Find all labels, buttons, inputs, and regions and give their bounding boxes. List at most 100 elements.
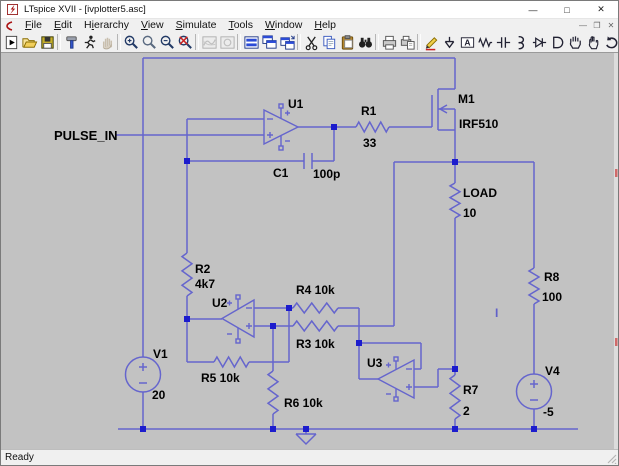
plot-settings-button[interactable]	[218, 33, 236, 52]
wire-pencil-button[interactable]	[422, 33, 440, 52]
zoom-back-button[interactable]	[140, 33, 158, 52]
schematic-canvas[interactable]: PULSE_IN U1 C1 100p R1 33 M1 IRF510 LOAD…	[1, 53, 619, 451]
mdi-minimize-button[interactable]: —	[576, 21, 590, 30]
resistor-R3[interactable]	[293, 321, 338, 331]
tile-windows-button[interactable]	[242, 33, 260, 52]
diode-button[interactable]	[530, 33, 548, 52]
value-R1[interactable]: 33	[363, 136, 377, 150]
undo-button[interactable]	[602, 33, 619, 52]
value-R7[interactable]: 2	[463, 404, 470, 418]
move-button[interactable]	[566, 33, 584, 52]
menu-simulate[interactable]: Simulate	[170, 19, 223, 32]
label-U3[interactable]: U3	[367, 356, 383, 370]
label-C1[interactable]: C1	[273, 166, 289, 180]
resistor-R6[interactable]	[268, 371, 278, 414]
menu-window[interactable]: Window	[259, 19, 308, 32]
value-LOAD[interactable]: 10	[463, 206, 477, 220]
label-R8[interactable]: R8	[544, 270, 560, 284]
resistor-R5[interactable]	[214, 357, 249, 367]
label-M1[interactable]: M1	[458, 92, 475, 106]
copy-button[interactable]	[320, 33, 338, 52]
net-label-i[interactable]: I	[495, 306, 498, 320]
value-R8[interactable]: 100	[542, 290, 562, 304]
paste-button[interactable]	[338, 33, 356, 52]
voltage-source-V4[interactable]	[517, 374, 552, 409]
voltage-source-V1[interactable]	[126, 357, 161, 392]
value-R2[interactable]: 4k7	[195, 277, 215, 291]
cut-button[interactable]	[302, 33, 320, 52]
new-window-icon	[279, 34, 296, 51]
resistor-R1[interactable]	[356, 122, 389, 132]
label-net-icon: A	[459, 34, 476, 51]
ltspice-app-icon	[7, 4, 18, 15]
new-schematic-button[interactable]	[2, 33, 20, 52]
ground-symbol[interactable]	[296, 434, 316, 444]
resistor-R8[interactable]	[529, 268, 539, 304]
label-U1[interactable]: U1	[288, 97, 304, 111]
open-button[interactable]	[20, 33, 38, 52]
cascade-windows-button[interactable]	[260, 33, 278, 52]
find-button[interactable]	[356, 33, 374, 52]
nmos-M1[interactable]	[432, 89, 455, 130]
print-icon	[381, 34, 398, 51]
value-V4[interactable]: -5	[543, 405, 554, 419]
resize-grip[interactable]	[605, 452, 617, 464]
label-R3[interactable]: R3 10k	[296, 337, 335, 351]
resistor-R2[interactable]	[182, 253, 192, 296]
net-label-pulse-in[interactable]: PULSE_IN	[54, 128, 118, 143]
control-panel-button[interactable]	[62, 33, 80, 52]
maximize-button[interactable]: □	[550, 1, 584, 18]
menu-tools[interactable]: Tools	[222, 19, 259, 32]
label-R1[interactable]: R1	[361, 104, 377, 118]
label-net-button[interactable]: A	[458, 33, 476, 52]
label-LOAD[interactable]: LOAD	[463, 186, 497, 200]
close-button[interactable]: ✕	[584, 1, 618, 18]
ground-button[interactable]	[440, 33, 458, 52]
menu-view[interactable]: View	[135, 19, 170, 32]
print-button[interactable]	[380, 33, 398, 52]
opamp-U3[interactable]	[378, 357, 414, 401]
label-R5[interactable]: R5 10k	[201, 371, 240, 385]
value-C1[interactable]: 100p	[313, 167, 340, 181]
value-M1[interactable]: IRF510	[459, 117, 499, 131]
wires[interactable]	[116, 58, 578, 434]
drag-button[interactable]	[584, 33, 602, 52]
cut-scissors-icon	[303, 34, 320, 51]
capacitor-button[interactable]	[494, 33, 512, 52]
zoom-full-button[interactable]	[176, 33, 194, 52]
label-V1[interactable]: V1	[153, 347, 168, 361]
value-V1[interactable]: 20	[152, 388, 166, 402]
toolbar: A	[1, 32, 618, 53]
menu-file[interactable]: File	[19, 19, 48, 32]
mdi-restore-button[interactable]: ❐	[590, 21, 604, 30]
print-preview-button[interactable]	[398, 33, 416, 52]
run-button[interactable]	[80, 33, 98, 52]
save-button[interactable]	[38, 33, 56, 52]
menu-help[interactable]: Help	[308, 19, 342, 32]
autorange-button[interactable]	[200, 33, 218, 52]
cascade-windows-icon	[261, 34, 278, 51]
component-button[interactable]	[548, 33, 566, 52]
label-R2[interactable]: R2	[195, 262, 211, 276]
capacitor-C1[interactable]	[304, 153, 312, 169]
zoom-in-button[interactable]	[122, 33, 140, 52]
new-schematic-icon	[3, 34, 20, 51]
new-window-button[interactable]	[278, 33, 296, 52]
resistor-R4[interactable]	[293, 303, 338, 313]
minimize-button[interactable]: —	[516, 1, 550, 18]
zoom-out-button[interactable]	[158, 33, 176, 52]
label-R7[interactable]: R7	[463, 383, 479, 397]
label-R6[interactable]: R6 10k	[284, 396, 323, 410]
resistor-button[interactable]	[476, 33, 494, 52]
capacitor-icon	[495, 34, 512, 51]
inductor-button[interactable]	[512, 33, 530, 52]
label-U2[interactable]: U2	[212, 296, 228, 310]
halt-button[interactable]	[98, 33, 116, 52]
mdi-close-button[interactable]: ✕	[604, 21, 618, 30]
label-V4[interactable]: V4	[545, 364, 560, 378]
resistor-LOAD[interactable]	[450, 183, 460, 218]
menu-edit[interactable]: Edit	[48, 19, 78, 32]
resistor-R7[interactable]	[450, 375, 460, 419]
menu-hierarchy[interactable]: Hierarchy	[78, 19, 135, 32]
label-R4[interactable]: R4 10k	[296, 283, 335, 297]
